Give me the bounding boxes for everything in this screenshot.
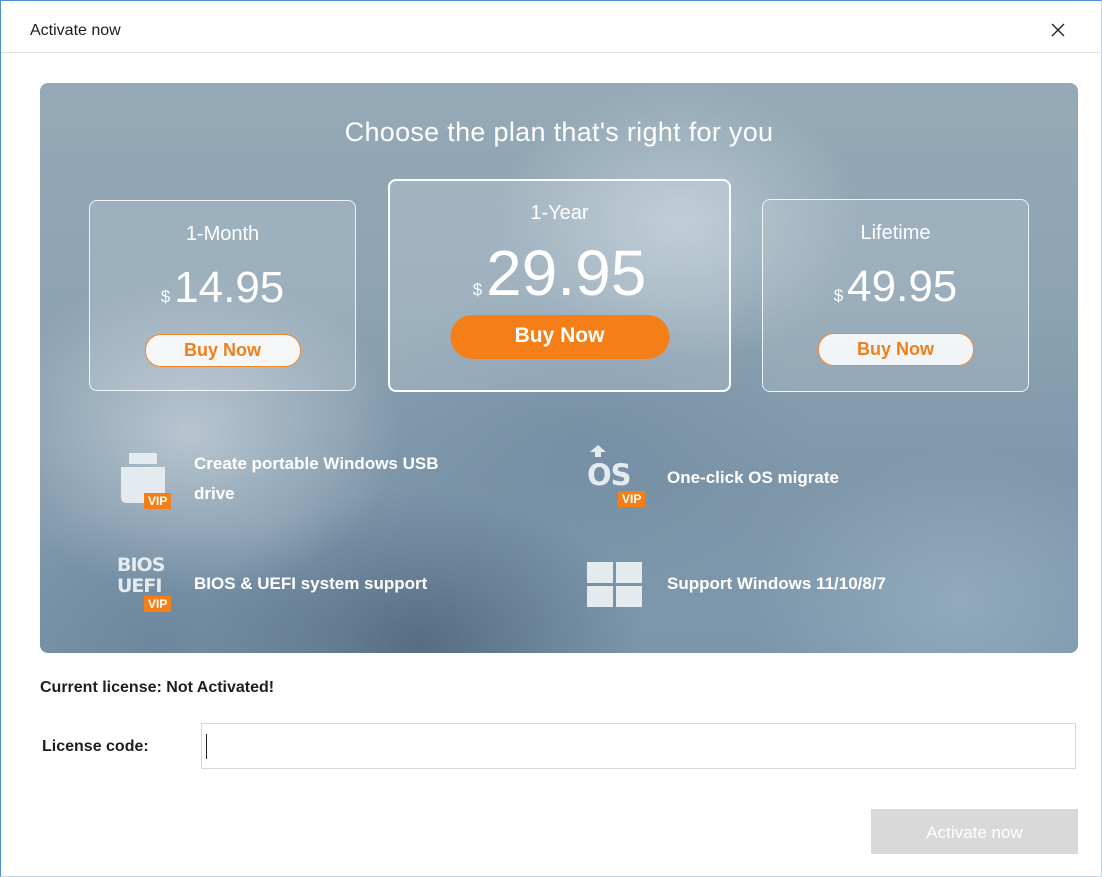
vip-badge: VIP — [618, 491, 646, 507]
plan-name: Lifetime — [860, 222, 931, 244]
plan-price: $14.95 — [90, 263, 355, 313]
window-title: Activate now — [30, 22, 121, 39]
plan-price: $49.95 — [763, 262, 1028, 312]
feature-label: BIOS & UEFI system support — [194, 574, 428, 593]
title-bar: Activate now — [1, 1, 1101, 53]
vip-badge: VIP — [144, 493, 172, 509]
buy-now-button-1-month[interactable]: Buy Now — [144, 334, 301, 367]
plans-banner: Choose the plan that's right for you 1-M… — [40, 83, 1078, 653]
feature-os-migrate: OS VIP One-click OS migrate — [585, 445, 1005, 515]
license-code-input[interactable] — [201, 723, 1076, 769]
license-code-label: License code: — [42, 738, 149, 755]
plan-price: $29.95 — [390, 236, 729, 310]
currency-symbol: $ — [833, 286, 844, 305]
bios-icon-text: BIOS — [117, 554, 165, 576]
license-status: Current license: Not Activated! — [40, 679, 275, 696]
activate-now-button[interactable]: Activate now — [871, 809, 1078, 854]
text-caret — [206, 734, 207, 759]
feature-label: Support Windows 11/10/8/7 — [667, 574, 887, 593]
buy-now-button-1-year[interactable]: Buy Now — [450, 315, 669, 359]
price-amount: 14.95 — [174, 263, 285, 312]
feature-label: One-click OS migrate — [667, 468, 839, 487]
feature-label-line-2: drive — [194, 484, 235, 503]
feature-windows-support: Support Windows 11/10/8/7 — [585, 555, 1005, 625]
close-button[interactable] — [1043, 15, 1073, 45]
uefi-icon-text: UEFI — [117, 575, 162, 597]
feature-bios-uefi: BIOS UEFI VIP BIOS & UEFI system support — [112, 555, 532, 625]
usb-drive-icon: VIP — [117, 453, 177, 513]
plan-name: 1-Month — [185, 223, 260, 245]
plan-card-1-month: 1-Month $14.95 Buy Now — [89, 200, 356, 391]
os-icon-text: OS — [587, 458, 632, 492]
feature-label-line-1: Create portable Windows USB — [194, 454, 439, 473]
feature-portable-usb: VIP Create portable Windows USB drive — [112, 449, 532, 519]
currency-symbol: $ — [160, 287, 171, 306]
buy-now-button-lifetime[interactable]: Buy Now — [817, 333, 974, 366]
plan-card-1-year: 1-Year $29.95 Buy Now — [388, 179, 731, 392]
feature-label: Create portable Windows USB drive — [194, 449, 534, 509]
close-icon — [1051, 23, 1065, 37]
windows-logo-icon — [587, 562, 643, 612]
price-amount: 49.95 — [847, 262, 958, 311]
bios-uefi-icon: BIOS UEFI VIP — [117, 555, 187, 625]
os-migrate-icon: OS VIP — [585, 445, 655, 515]
plan-card-lifetime: Lifetime $49.95 Buy Now — [762, 199, 1029, 392]
price-amount: 29.95 — [486, 237, 647, 309]
vip-badge: VIP — [144, 596, 172, 612]
currency-symbol: $ — [472, 280, 483, 299]
banner-title: Choose the plan that's right for you — [344, 117, 774, 147]
activate-dialog: Activate now Choose the plan that's righ… — [0, 0, 1102, 877]
plan-name: 1-Year — [530, 202, 589, 224]
